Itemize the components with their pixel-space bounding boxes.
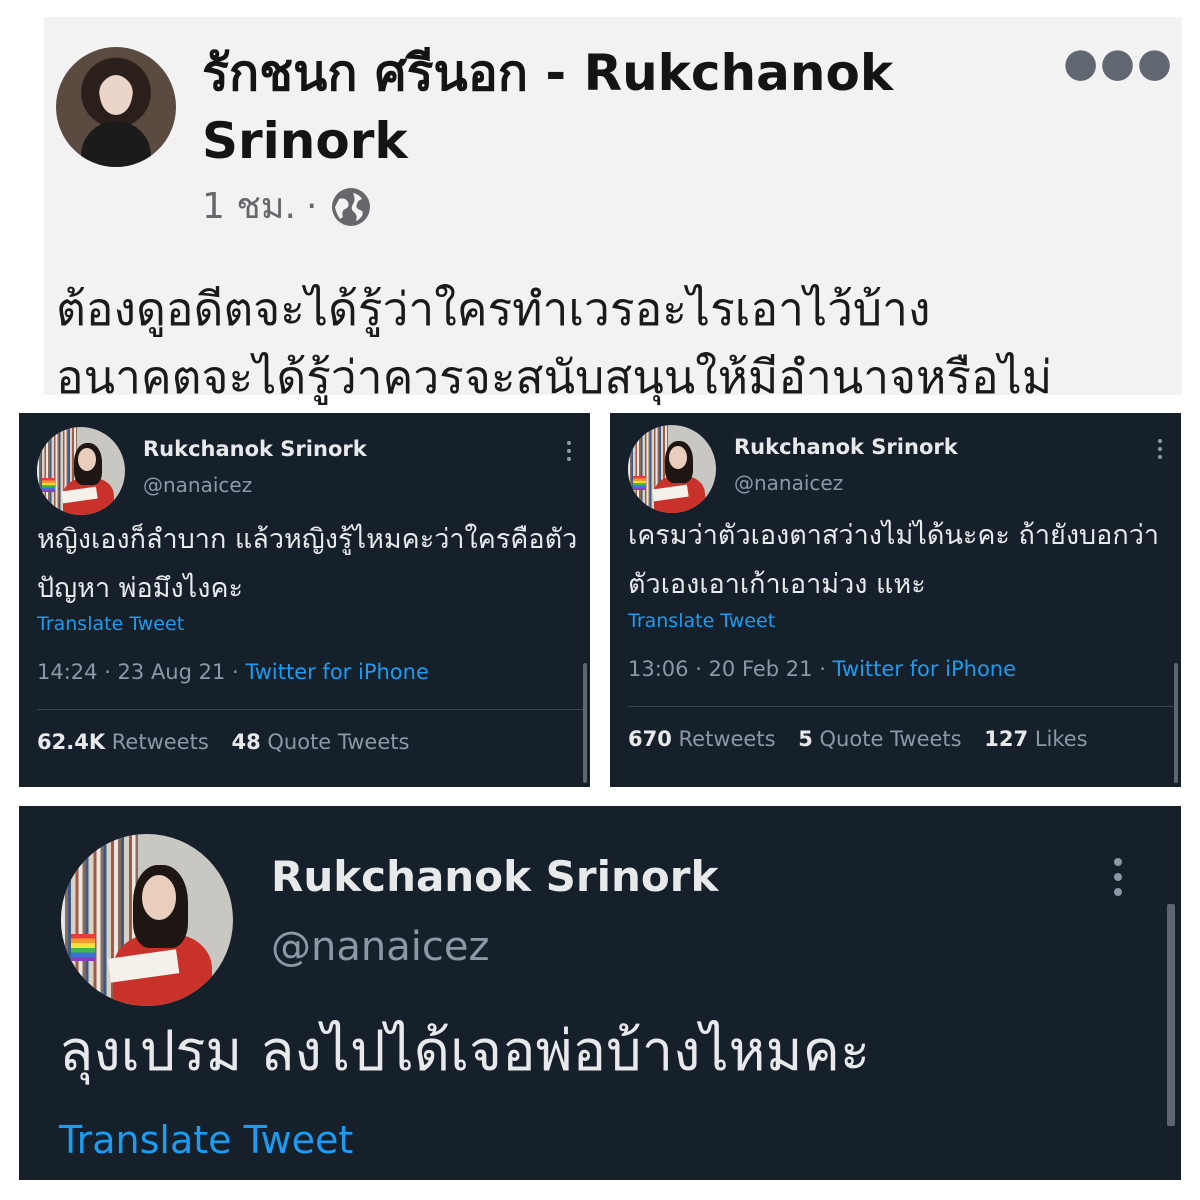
quote-tweets-count[interactable]: 5 (798, 727, 813, 751)
post-text: ต้องดูอดีตจะได้รู้ว่าใครทำเวรอะไรเอาไว้บ… (56, 275, 1176, 411)
likes-count[interactable]: 127 (984, 727, 1028, 751)
more-options-icon[interactable] (1113, 858, 1123, 896)
tweet-text: เครมว่าตัวเองตาสว่างไม่ได้นะคะ ถ้ายังบอก… (628, 520, 1160, 600)
quote-tweets-label[interactable]: Quote Tweets (267, 730, 409, 754)
more-options-icon[interactable] (1157, 439, 1163, 459)
tweet-card-1: Rukchanok Srinork @nanaicez หญิงเองก็ลำบ… (19, 413, 590, 787)
scrollbar[interactable] (1174, 663, 1178, 783)
scrollbar[interactable] (1167, 904, 1175, 1126)
tweet-stats: 62.4K Retweets 48 Quote Tweets (37, 730, 409, 754)
avatar[interactable] (628, 425, 716, 513)
likes-label[interactable]: Likes (1035, 727, 1088, 751)
post-author-name[interactable]: รักชนก ศรีนอก - Rukchanok Srinork (202, 39, 962, 175)
quote-tweets-count[interactable]: 48 (231, 730, 260, 754)
tweet-time[interactable]: 13:06 · 20 Feb 21 · (628, 657, 833, 681)
translate-tweet-link[interactable]: Translate Tweet (59, 1118, 353, 1162)
post-meta: 1 ชม. · (202, 185, 373, 229)
retweets-label[interactable]: Retweets (679, 727, 776, 751)
tweet-author-name[interactable]: Rukchanok Srinork (143, 437, 367, 461)
tweet-author-name[interactable]: Rukchanok Srinork (271, 852, 718, 901)
tweet-author-handle[interactable]: @nanaicez (271, 924, 489, 970)
divider (628, 706, 1176, 707)
avatar[interactable] (61, 834, 233, 1006)
divider (37, 709, 585, 710)
avatar[interactable] (56, 47, 176, 167)
more-options-icon[interactable] (566, 441, 572, 461)
avatar[interactable] (37, 427, 125, 515)
tweet-timestamp: 13:06 · 20 Feb 21 · Twitter for iPhone (628, 657, 1016, 681)
meta-separator: · (305, 186, 318, 227)
quote-tweets-label[interactable]: Quote Tweets (820, 727, 962, 751)
post-time[interactable]: 1 ชม. (202, 185, 296, 229)
translate-tweet-link[interactable]: Translate Tweet (628, 610, 775, 632)
tweet-text: ลุงเปรม ลงไปได้เจอพ่อบ้างไหมคะ (59, 1019, 871, 1084)
tweet-time[interactable]: 14:24 · 23 Aug 21 · (37, 660, 245, 684)
retweets-label[interactable]: Retweets (112, 730, 209, 754)
tweet-author-handle[interactable]: @nanaicez (143, 473, 252, 497)
more-options-icon[interactable]: ●●● (1063, 43, 1174, 83)
tweet-stats: 670 Retweets 5 Quote Tweets 127 Likes (628, 727, 1088, 751)
tweet-source-link[interactable]: Twitter for iPhone (833, 657, 1017, 681)
retweets-count[interactable]: 62.4K (37, 730, 105, 754)
globe-icon[interactable] (329, 185, 373, 229)
tweet-card-2: Rukchanok Srinork @nanaicez เครมว่าตัวเอ… (610, 413, 1181, 787)
tweet-author-name[interactable]: Rukchanok Srinork (734, 435, 958, 459)
tweet-author-handle[interactable]: @nanaicez (734, 471, 843, 495)
tweet-source-link[interactable]: Twitter for iPhone (245, 660, 429, 684)
scrollbar[interactable] (583, 663, 587, 783)
facebook-post: รักชนก ศรีนอก - Rukchanok Srinork ●●● 1 … (44, 17, 1182, 404)
translate-tweet-link[interactable]: Translate Tweet (37, 613, 184, 635)
post-text-line-1: ต้องดูอดีตจะได้รู้ว่าใครทำเวรอะไรเอาไว้บ… (56, 282, 931, 336)
post-text-line-2: อนาคตจะได้รู้ว่าควรจะสนับสนุนให้มีอำนาจห… (56, 350, 1053, 404)
retweets-count[interactable]: 670 (628, 727, 672, 751)
tweet-timestamp: 14:24 · 23 Aug 21 · Twitter for iPhone (37, 660, 429, 684)
tweet-text: หญิงเองก็ลำบาก แล้วหญิงรู้ไหมคะว่าใครคือ… (37, 524, 578, 604)
tweet-card-3: Rukchanok Srinork @nanaicez ลุงเปรม ลงไป… (19, 806, 1181, 1180)
